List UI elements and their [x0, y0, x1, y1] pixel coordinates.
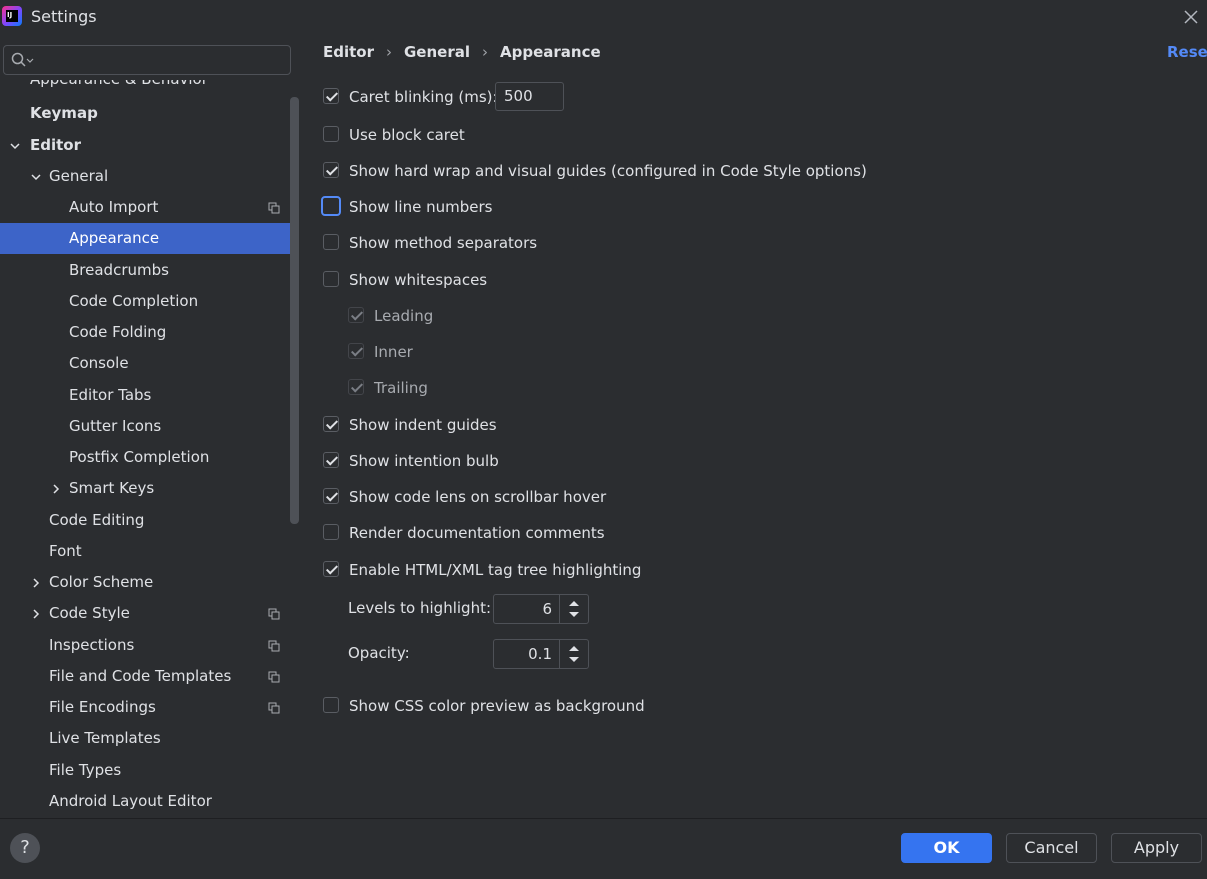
render-docs-checkbox[interactable]: [323, 524, 339, 540]
copy-icon: [268, 202, 280, 214]
breadcrumb-appearance: Appearance: [500, 43, 601, 61]
caret-blinking-checkbox[interactable]: [323, 88, 339, 104]
tree-item-editor-tabs[interactable]: Editor Tabs: [0, 380, 290, 411]
tag-tree-checkbox[interactable]: [323, 561, 339, 577]
chevron-down-icon[interactable]: [9, 140, 21, 152]
tree-item-file-encodings[interactable]: File Encodings: [0, 692, 290, 723]
trailing-checkbox: [348, 379, 364, 395]
settings-tree: Appearance & Behavior Keymap Editor Gene…: [0, 80, 290, 818]
tree-scrollbar[interactable]: [290, 97, 299, 524]
copy-icon: [268, 671, 280, 683]
code-lens-checkbox[interactable]: [323, 488, 339, 504]
method-separators-checkbox[interactable]: [323, 234, 339, 250]
whitespaces-checkbox[interactable]: [323, 271, 339, 287]
tree-item-live-templates[interactable]: Live Templates: [0, 723, 290, 754]
search-icon: [11, 52, 34, 67]
tree-item-gutter-icons[interactable]: Gutter Icons: [0, 411, 290, 442]
tree-item-appearance[interactable]: Appearance: [0, 223, 290, 254]
indent-guides-checkbox[interactable]: [323, 416, 339, 432]
copy-icon: [268, 640, 280, 652]
spinner-up-down-icon[interactable]: [559, 595, 588, 623]
levels-spinner[interactable]: 6: [493, 594, 589, 624]
tree-item-code-completion[interactable]: Code Completion: [0, 286, 290, 317]
tree-item-partially-scrolled[interactable]: Appearance & Behavior: [30, 80, 210, 88]
chevron-down-icon[interactable]: [30, 171, 42, 183]
block-caret-checkbox[interactable]: [323, 126, 339, 142]
breadcrumb: Editor › General › Appearance: [323, 43, 601, 61]
tree-item-font[interactable]: Font: [0, 536, 290, 567]
title-bar: IJ Settings: [0, 0, 1207, 34]
tree-item-console[interactable]: Console: [0, 348, 290, 379]
inner-checkbox: [348, 343, 364, 359]
levels-label: Levels to highlight:: [348, 599, 492, 617]
copy-icon: [268, 608, 280, 620]
breadcrumb-editor[interactable]: Editor: [323, 43, 374, 61]
tree-item-code-style[interactable]: Code Style: [0, 598, 290, 629]
window-title: Settings: [31, 7, 97, 26]
tree-item-auto-import[interactable]: Auto Import: [0, 192, 290, 223]
tree-item-android-layout-editor[interactable]: Android Layout Editor: [0, 786, 290, 817]
tree-item-breadcrumbs[interactable]: Breadcrumbs: [0, 255, 290, 286]
intention-bulb-checkbox[interactable]: [323, 452, 339, 468]
tree-item-keymap[interactable]: Keymap: [0, 98, 290, 129]
tree-item-code-folding[interactable]: Code Folding: [0, 317, 290, 348]
tree-item-color-scheme[interactable]: Color Scheme: [0, 567, 290, 598]
spinner-up-down-icon[interactable]: [559, 640, 588, 668]
apply-button[interactable]: Apply: [1111, 833, 1202, 863]
opacity-spinner[interactable]: 0.1: [493, 639, 589, 669]
tree-item-general[interactable]: General: [0, 161, 290, 192]
copy-icon: [268, 702, 280, 714]
tree-item-postfix-completion[interactable]: Postfix Completion: [0, 442, 290, 473]
caret-blinking-input[interactable]: 500: [495, 82, 564, 111]
reset-link[interactable]: Reset: [1167, 43, 1207, 61]
tree-item-smart-keys[interactable]: Smart Keys: [0, 473, 290, 504]
search-input[interactable]: [3, 45, 291, 75]
breadcrumb-separator: ›: [386, 43, 392, 61]
hard-wrap-checkbox[interactable]: [323, 162, 339, 178]
cancel-button[interactable]: Cancel: [1006, 833, 1097, 863]
close-icon[interactable]: [1182, 8, 1200, 26]
tree-item-inspections[interactable]: Inspections: [0, 630, 290, 661]
tree-item-editor[interactable]: Editor: [0, 130, 290, 161]
css-preview-checkbox[interactable]: [323, 697, 339, 713]
opacity-label: Opacity:: [348, 644, 410, 662]
tree-item-file-and-code-templates[interactable]: File and Code Templates: [0, 661, 290, 692]
settings-app-icon: IJ: [2, 6, 22, 26]
help-icon[interactable]: ?: [10, 833, 40, 863]
chevron-right-icon[interactable]: [50, 483, 62, 495]
chevron-right-icon[interactable]: [30, 577, 42, 589]
tree-item-code-editing[interactable]: Code Editing: [0, 505, 290, 536]
breadcrumb-general[interactable]: General: [404, 43, 470, 61]
leading-checkbox: [348, 307, 364, 323]
ok-button[interactable]: OK: [901, 833, 992, 863]
breadcrumb-separator: ›: [482, 43, 488, 61]
tree-item-file-types[interactable]: File Types: [0, 755, 290, 786]
line-numbers-checkbox[interactable]: [321, 196, 341, 216]
chevron-right-icon[interactable]: [30, 608, 42, 620]
